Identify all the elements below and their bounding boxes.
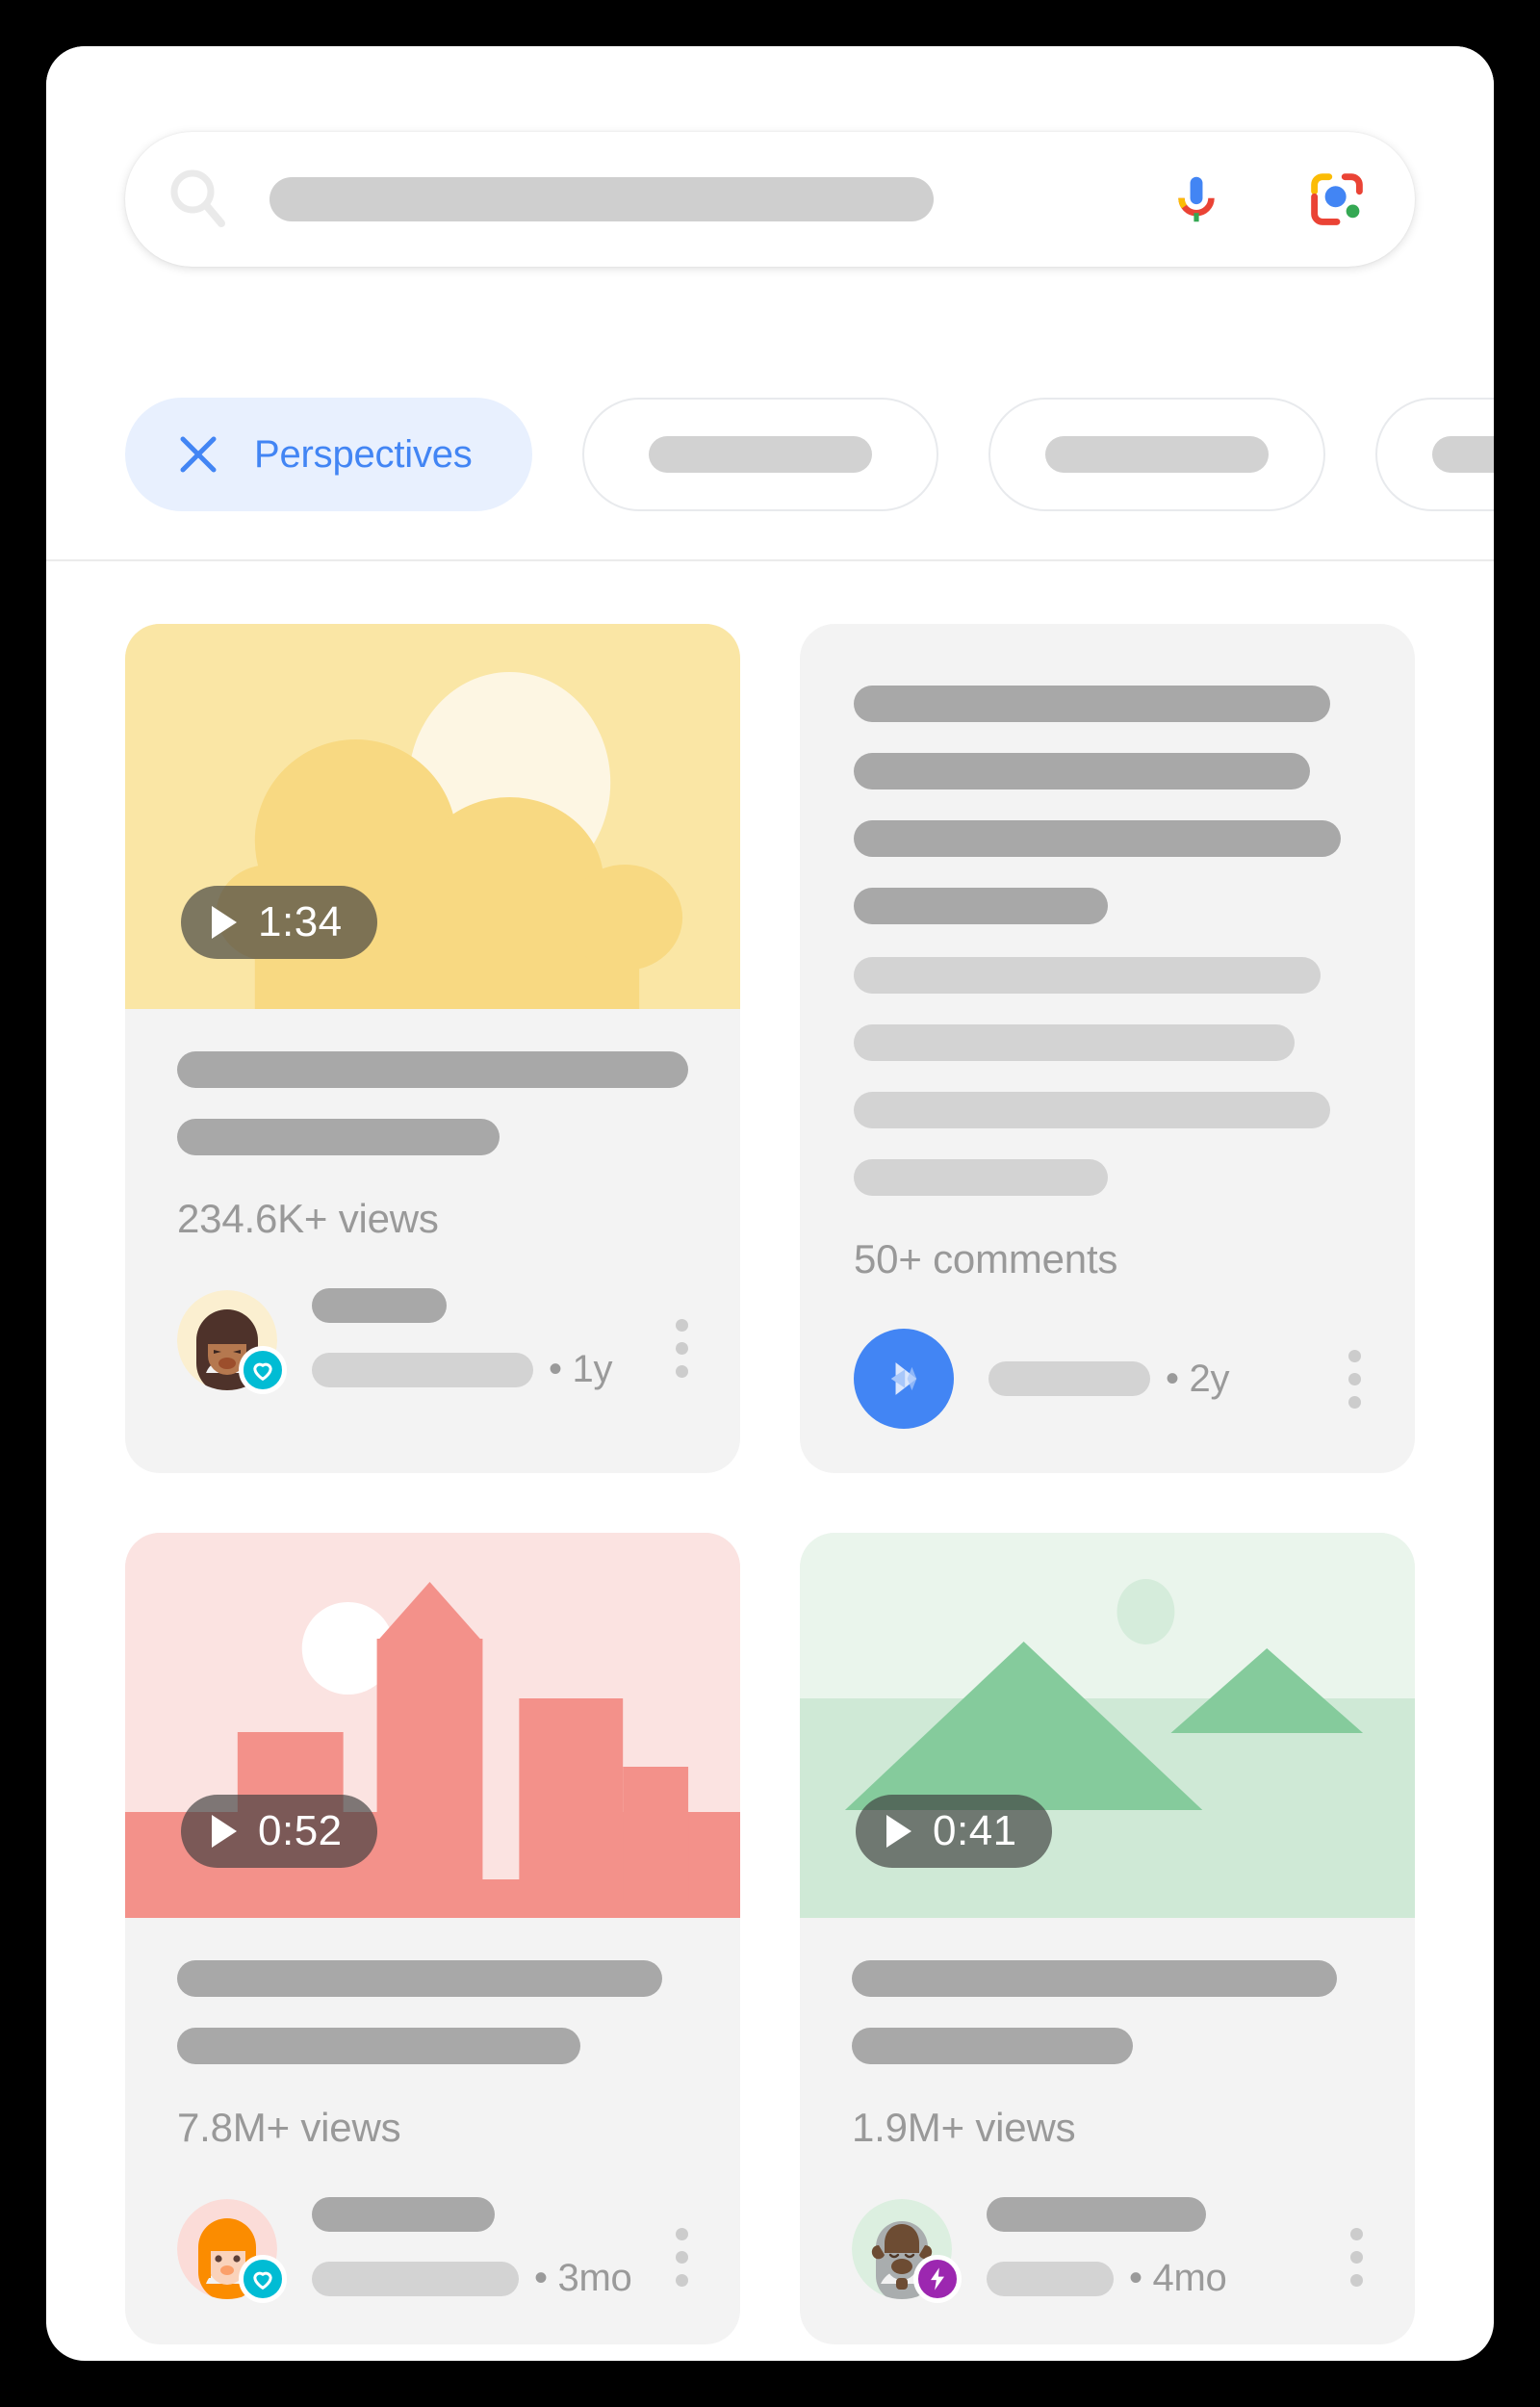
results-grid: 1:34 234.6K+ views • 1y 50+ comments • 2…	[125, 624, 1415, 2344]
text-skeleton-line	[854, 686, 1331, 722]
card-body: 234.6K+ views • 1y	[125, 1009, 740, 1436]
text-skeleton-line	[854, 888, 1108, 924]
card-body: 1.9M+ views • 4mo	[800, 1918, 1415, 2344]
text-skeleton-line	[854, 1159, 1108, 1196]
more-options-button[interactable]	[676, 2228, 688, 2300]
more-options-button[interactable]	[1348, 1349, 1361, 1409]
chip-placeholder-3[interactable]	[1374, 398, 1494, 511]
text-skeleton-line	[854, 820, 1341, 857]
card-footer: • 3mo	[177, 2197, 688, 2303]
author-name-skeleton	[312, 2197, 495, 2232]
play-icon	[212, 906, 237, 939]
duration-text: 1:34	[258, 898, 343, 945]
more-options-button[interactable]	[676, 1319, 688, 1391]
time-ago: • 3mo	[534, 2257, 632, 2299]
device-frame: Perspectives 1:34 234.6K+ views • 1y 50+…	[46, 46, 1494, 2361]
card-video-sun[interactable]: 1:34 234.6K+ views • 1y	[125, 624, 740, 1473]
heart-badge	[239, 1345, 287, 1394]
chip-placeholder-label	[648, 436, 872, 473]
blue-play-circle-icon[interactable]	[854, 1329, 954, 1429]
author-skeleton: • 2y	[988, 1358, 1229, 1401]
views-count: 1.9M+ views	[852, 2105, 1076, 2150]
time-ago: • 1y	[549, 1348, 613, 1390]
microphone-icon[interactable]	[1167, 169, 1226, 229]
card-footer: • 1y	[177, 1288, 688, 1394]
title-skeleton-line	[852, 1960, 1338, 1997]
card-body: 7.8M+ views • 3mo	[125, 1918, 740, 2344]
thumbnail-green-mountains[interactable]: 0:41	[800, 1533, 1415, 1918]
heart-icon	[253, 1362, 272, 1381]
play-icon	[212, 1815, 237, 1848]
duration-badge: 0:52	[181, 1795, 377, 1868]
author-skeleton: • 4mo	[987, 2197, 1227, 2300]
card-text-comments[interactable]: 50+ comments • 2y	[800, 624, 1415, 1473]
chip-perspectives-label: Perspectives	[254, 432, 473, 476]
author-name-skeleton	[988, 1361, 1150, 1396]
author-meta-skeleton	[987, 2261, 1114, 2296]
author-skeleton: • 3mo	[312, 2197, 632, 2300]
chip-placeholder-2[interactable]	[988, 398, 1325, 511]
avatar[interactable]	[177, 1289, 287, 1394]
play-icon	[886, 1815, 911, 1848]
title-skeleton-line	[177, 2028, 581, 2064]
card-video-mountains[interactable]: 0:41 1.9M+ views • 4mo	[800, 1533, 1415, 2344]
text-skeleton-line	[854, 957, 1321, 994]
lightning-icon	[931, 2266, 944, 2291]
close-x-icon[interactable]	[175, 431, 221, 478]
views-count: 7.8M+ views	[177, 2105, 401, 2150]
author-meta-skeleton	[312, 2261, 519, 2296]
time-ago: • 2y	[1166, 1357, 1230, 1400]
thumbnail-pink-cityscape[interactable]: 0:52	[125, 1533, 740, 1918]
title-skeleton-line	[177, 1051, 688, 1088]
title-skeleton-line	[852, 2028, 1134, 2064]
title-skeleton-line	[177, 1960, 663, 1997]
search-bar[interactable]	[125, 132, 1415, 267]
avatar[interactable]	[177, 2198, 287, 2303]
search-icon	[164, 164, 235, 235]
avatar[interactable]	[852, 2198, 962, 2303]
author-skeleton: • 1y	[312, 1288, 612, 1391]
card-footer: • 2y	[854, 1329, 1361, 1473]
card-video-city[interactable]: 0:52 7.8M+ views • 3mo	[125, 1533, 740, 2344]
views-count: 234.6K+ views	[177, 1196, 439, 1241]
heart-badge	[239, 2254, 287, 2303]
chip-perspectives[interactable]: Perspectives	[125, 398, 532, 511]
lightning-badge	[913, 2254, 962, 2303]
title-skeleton-line	[177, 1119, 500, 1155]
author-name-skeleton	[312, 1288, 447, 1323]
thumbnail-sun-and-clouds[interactable]: 1:34	[125, 624, 740, 1009]
author-name-skeleton	[987, 2197, 1206, 2232]
text-skeleton-block	[854, 686, 1361, 1196]
duration-text: 0:41	[933, 1807, 1017, 1854]
chip-placeholder-1[interactable]	[581, 398, 938, 511]
header-divider	[46, 559, 1494, 561]
chip-placeholder-label	[1044, 436, 1269, 473]
comments-count: 50+ comments	[854, 1236, 1118, 1281]
author-meta-skeleton	[312, 1352, 533, 1387]
more-options-button[interactable]	[1350, 2228, 1363, 2300]
duration-text: 0:52	[258, 1807, 343, 1854]
filter-chips-row: Perspectives	[46, 398, 1494, 511]
time-ago: • 4mo	[1129, 2257, 1227, 2299]
text-skeleton-line	[854, 753, 1311, 789]
chip-placeholder-label	[1431, 436, 1494, 473]
heart-icon	[253, 2271, 272, 2290]
play-star-icon	[890, 1362, 917, 1395]
card-footer: • 4mo	[852, 2197, 1363, 2303]
duration-badge: 1:34	[181, 886, 377, 959]
search-input[interactable]	[270, 177, 934, 221]
search-region: Perspectives	[46, 46, 1494, 561]
duration-badge: 0:41	[856, 1795, 1052, 1868]
text-skeleton-line	[854, 1024, 1296, 1061]
google-lens-icon[interactable]	[1305, 168, 1369, 231]
search-actions	[1167, 168, 1369, 231]
text-skeleton-line	[854, 1092, 1331, 1128]
